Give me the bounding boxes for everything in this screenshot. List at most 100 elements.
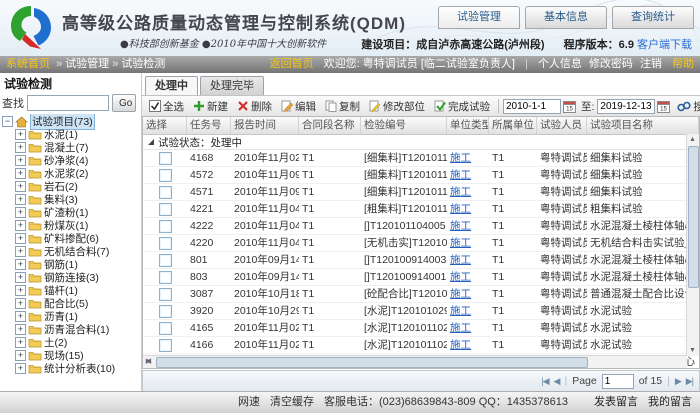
breadcrumb-item-1[interactable]: 试验检测 xyxy=(121,58,165,70)
horizontal-scroll-thumb[interactable] xyxy=(156,357,588,368)
column-header-5[interactable]: 单位类型 xyxy=(447,117,489,134)
expand-box-icon[interactable]: + xyxy=(15,246,26,257)
calendar-icon[interactable]: 15 xyxy=(563,100,576,113)
expand-box-icon[interactable]: + xyxy=(15,272,26,283)
row-checkbox[interactable] xyxy=(159,169,172,182)
page-last-icon[interactable]: ▶| xyxy=(686,376,693,387)
breadcrumb-home-link[interactable]: 系统首页 xyxy=(6,58,50,70)
expand-box-icon[interactable]: + xyxy=(15,324,26,335)
help-link[interactable]: 帮助 xyxy=(672,58,694,70)
table-row[interactable]: 8032010年09月14日T1[]T120100914001施工T1粤特调试员… xyxy=(143,269,699,286)
column-header-6[interactable]: 所属单位 xyxy=(489,117,537,134)
user-link-0[interactable]: 个人信息 xyxy=(538,58,582,70)
expand-box-icon[interactable]: + xyxy=(15,298,26,309)
back-home-link[interactable]: 返回首页 xyxy=(270,58,314,70)
expand-box-icon[interactable]: + xyxy=(15,311,26,322)
footer-right-link-0[interactable]: 发表留言 xyxy=(594,396,638,408)
table-row[interactable]: 41662010年11月02日T1[水泥]T120101102002施工T1粤特… xyxy=(143,337,699,354)
expand-box-icon[interactable]: + xyxy=(15,285,26,296)
client-download-link[interactable]: 客户端下载 xyxy=(637,39,692,51)
tree-item-4[interactable]: +岩石(2) xyxy=(15,180,141,193)
unit-type-link[interactable]: 施工 xyxy=(450,305,471,317)
breadcrumb-item-0[interactable]: 试验管理 xyxy=(65,58,109,70)
search-go-button[interactable]: Go xyxy=(112,94,136,112)
unit-type-link[interactable]: 施工 xyxy=(450,339,471,351)
nav-tab-2[interactable]: 查询统计 xyxy=(612,6,694,29)
scroll-down-icon[interactable]: ▼ xyxy=(687,345,698,356)
row-checkbox[interactable] xyxy=(159,203,172,216)
toolbar-button-complete[interactable]: 完成试验 xyxy=(430,97,494,116)
expand-box-icon[interactable]: + xyxy=(15,259,26,270)
tree-item-3[interactable]: +水泥浆(2) xyxy=(15,167,141,180)
row-checkbox[interactable] xyxy=(159,305,172,318)
nav-tab-1[interactable]: 基本信息 xyxy=(525,6,607,29)
row-checkbox[interactable] xyxy=(159,152,172,165)
expand-box-icon[interactable]: + xyxy=(15,220,26,231)
table-row[interactable]: 42212010年11月04日T1[粗集料]T120101104001施工T1粤… xyxy=(143,201,699,218)
toolbar-button-copy[interactable]: 复制 xyxy=(321,97,364,116)
page-next-icon[interactable]: ▶ xyxy=(675,376,681,387)
page-number-input[interactable] xyxy=(602,374,634,389)
row-checkbox[interactable] xyxy=(159,271,172,284)
date-to-input[interactable] xyxy=(597,99,655,114)
toolbar-button-modify[interactable]: 修改部位 xyxy=(365,97,429,116)
tree-item-11[interactable]: +钢筋连接(3) xyxy=(15,271,141,284)
scroll-right-icon[interactable]: ▶ xyxy=(143,356,154,367)
expand-box-icon[interactable]: + xyxy=(15,168,26,179)
tree-item-18[interactable]: +统计分析表(10) xyxy=(15,362,141,375)
column-header-7[interactable]: 试验人员 xyxy=(537,117,587,134)
unit-type-link[interactable]: 施工 xyxy=(450,322,471,334)
table-row[interactable]: 42222010年11月04日T1[]T120101104005施工T1粤特调试… xyxy=(143,218,699,235)
unit-type-link[interactable]: 施工 xyxy=(450,254,471,266)
table-row[interactable]: 45712010年11月09日T1[细集料]T120101109002施工T1粤… xyxy=(143,184,699,201)
expand-box-icon[interactable]: + xyxy=(15,233,26,244)
column-header-1[interactable]: 任务号 xyxy=(187,117,231,134)
nav-tab-0[interactable]: 试验管理 xyxy=(438,6,520,29)
toolbar-button-plus[interactable]: 新建 xyxy=(189,97,232,116)
table-row[interactable]: 41652010年11月02日T1[水泥]T120101102001施工T1粤特… xyxy=(143,320,699,337)
group-row[interactable]: 试验状态：处理中 xyxy=(143,135,699,150)
unit-type-link[interactable]: 施工 xyxy=(450,152,471,164)
column-header-2[interactable]: 报告时间 xyxy=(231,117,299,134)
expand-box-icon[interactable]: + xyxy=(15,194,26,205)
collapse-box-icon[interactable]: − xyxy=(2,116,13,127)
expand-box-icon[interactable]: + xyxy=(15,207,26,218)
row-checkbox[interactable] xyxy=(159,322,172,335)
expand-box-icon[interactable]: + xyxy=(15,142,26,153)
page-prev-icon[interactable]: ◀ xyxy=(554,376,560,387)
unit-type-link[interactable]: 施工 xyxy=(450,271,471,283)
page-first-icon[interactable]: |◀ xyxy=(541,376,548,387)
unit-type-link[interactable]: 施工 xyxy=(450,288,471,300)
footer-link-0[interactable]: 网速 xyxy=(238,396,260,408)
table-row[interactable]: 30872010年10月18日T1[砼配合比]T120101018001施工T1… xyxy=(143,286,699,303)
table-row[interactable]: 42202010年11月04日T1[无机击实]T120101104001施工T1… xyxy=(143,235,699,252)
expand-box-icon[interactable]: + xyxy=(15,181,26,192)
footer-link-1[interactable]: 清空缓存 xyxy=(270,396,314,408)
tree-item-15[interactable]: +沥青混合料(1) xyxy=(15,323,141,336)
toolbar-button-edit[interactable]: 编辑 xyxy=(277,97,320,116)
row-checkbox[interactable] xyxy=(159,186,172,199)
unit-type-link[interactable]: 施工 xyxy=(450,237,471,249)
date-from-input[interactable] xyxy=(503,99,561,114)
vertical-scrollbar[interactable]: ▲ ▼ xyxy=(686,134,699,356)
column-header-0[interactable]: 选择 xyxy=(143,117,187,134)
unit-type-link[interactable]: 施工 xyxy=(450,186,471,198)
toolbar-button-delete[interactable]: 删除 xyxy=(233,97,276,116)
tree-item-13[interactable]: +配合比(5) xyxy=(15,297,141,310)
footer-right-link-1[interactable]: 我的留言 xyxy=(648,396,692,408)
table-row[interactable]: 41682010年11月02日T1[细集料]T120101102001施工T1粤… xyxy=(143,150,699,167)
tree-search-input[interactable] xyxy=(27,95,109,111)
unit-type-link[interactable]: 施工 xyxy=(450,169,471,181)
user-link-2[interactable]: 注销 xyxy=(640,58,662,70)
unit-type-link[interactable]: 施工 xyxy=(450,220,471,232)
column-header-4[interactable]: 检验编号 xyxy=(361,117,447,134)
expand-box-icon[interactable]: + xyxy=(15,155,26,166)
table-row[interactable]: 39202010年10月29日T1[水泥]T120101029009施工T1粤特… xyxy=(143,303,699,320)
column-header-3[interactable]: 合同段名称 xyxy=(299,117,361,134)
column-header-8[interactable]: 试验项目名称 xyxy=(587,117,699,134)
unit-type-link[interactable]: 施工 xyxy=(450,203,471,215)
horizontal-scrollbar[interactable]: ◀ ▶ xyxy=(143,355,687,368)
user-link-1[interactable]: 修改密码 xyxy=(589,58,633,70)
expand-box-icon[interactable]: + xyxy=(15,129,26,140)
row-checkbox[interactable] xyxy=(159,254,172,267)
